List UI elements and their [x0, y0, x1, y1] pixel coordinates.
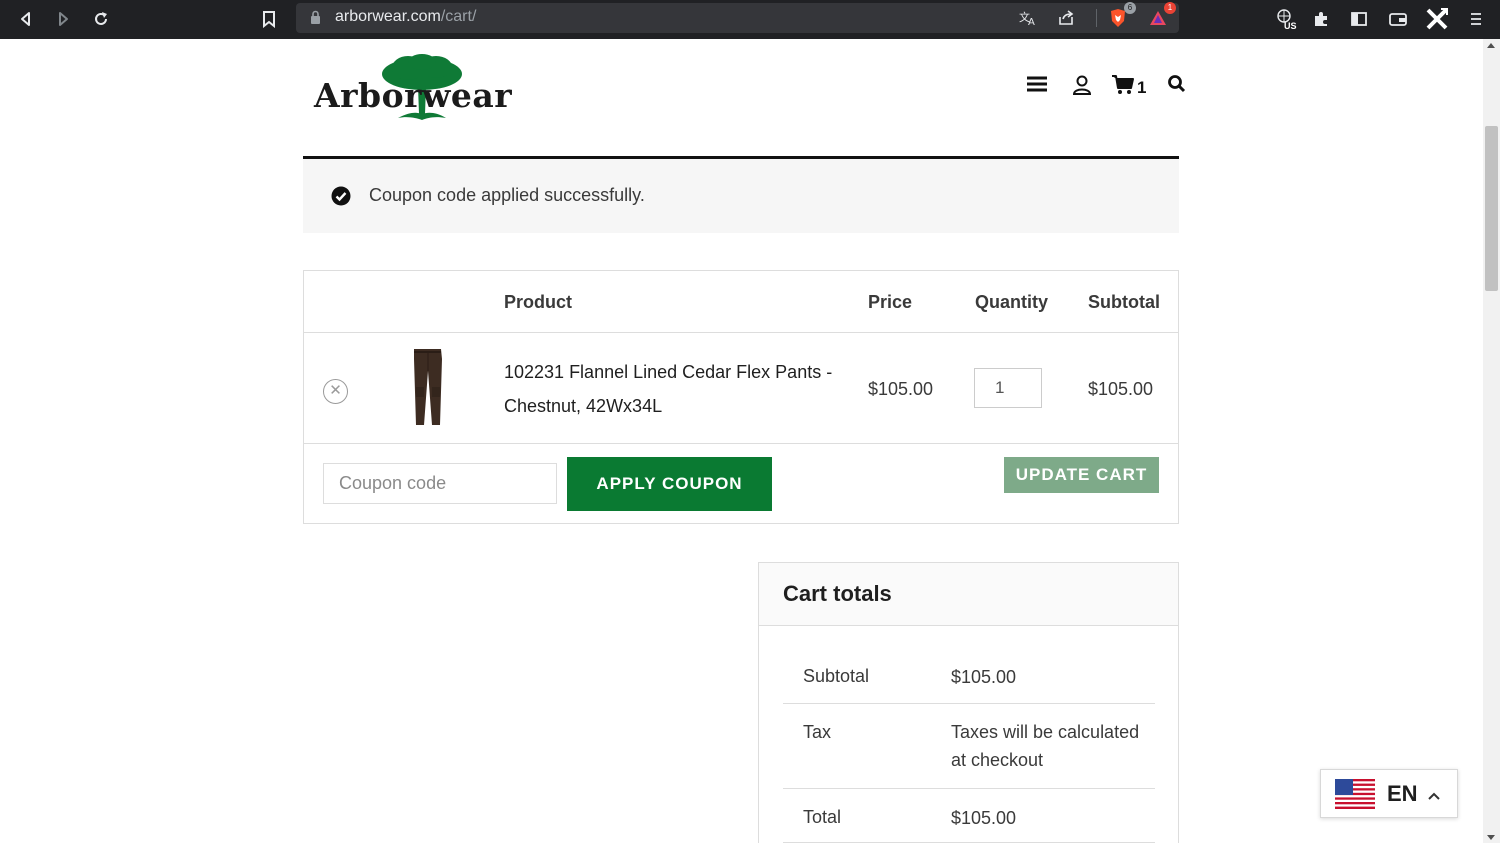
totals-row-subtotal: Subtotal $105.00	[783, 650, 1155, 704]
header-price: Price	[868, 292, 913, 312]
back-icon[interactable]	[14, 7, 38, 31]
apply-coupon-button[interactable]: APPLY COUPON	[567, 457, 772, 511]
quantity-input[interactable]: 1	[974, 368, 1042, 408]
profile-extension-icon[interactable]	[1425, 7, 1449, 31]
remove-item-icon[interactable]: ✕	[323, 379, 348, 404]
wallet-icon[interactable]	[1386, 7, 1410, 31]
cart-icon[interactable]	[1111, 74, 1135, 100]
brave-shield-icon[interactable]: 6	[1106, 2, 1136, 30]
scroll-thumb[interactable]	[1485, 126, 1498, 291]
scroll-down-arrow-icon[interactable]	[1487, 835, 1495, 840]
cart-item-row: ✕ 102231 Flannel Lined Cedar Flex Pants …	[304, 333, 1178, 444]
cart-table: Product Price Quantity Subtotal ✕ 102231…	[303, 270, 1179, 524]
share-icon[interactable]	[1054, 6, 1078, 30]
browser-toolbar: arborwear.com/cart/ 文A 6 1 US	[0, 0, 1500, 39]
scroll-up-arrow-icon[interactable]	[1487, 43, 1495, 48]
cart-totals-header: Cart totals	[759, 563, 1178, 626]
success-notice: Coupon code applied successfully.	[303, 159, 1179, 233]
page-scrollbar[interactable]	[1483, 39, 1500, 843]
check-circle-icon	[331, 186, 351, 206]
address-bar[interactable]: arborwear.com/cart/ 文A 6 1	[296, 2, 1179, 33]
totals-tax-value: Taxes will be calculated at checkout	[951, 722, 1140, 770]
bookmark-icon[interactable]	[257, 7, 281, 31]
address-separator	[1096, 9, 1097, 27]
notice-message: Coupon code applied successfully.	[369, 185, 645, 205]
hamburger-menu-icon[interactable]	[1026, 74, 1048, 100]
cart-totals-panel: Cart totals Subtotal $105.00 Tax Taxes w…	[758, 562, 1179, 843]
totals-row-tax: Tax Taxes will be calculated at checkout	[783, 704, 1155, 789]
alert-badge: 1	[1164, 2, 1176, 14]
site-logo[interactable]: Arborwear	[312, 54, 522, 126]
totals-subtotal-value: $105.00	[951, 667, 1017, 687]
update-cart-button[interactable]: UPDATE CART	[1004, 457, 1159, 493]
language-code: EN	[1387, 781, 1418, 806]
totals-subtotal-label: Subtotal	[803, 666, 870, 686]
url-text: arborwear.com/cart/	[335, 8, 477, 25]
search-icon[interactable]	[1167, 74, 1187, 100]
cart-table-header: Product Price Quantity Subtotal	[304, 271, 1178, 333]
vpn-region-label: US	[1284, 21, 1297, 31]
cart-count[interactable]: 1	[1137, 78, 1146, 98]
forward-icon[interactable]	[51, 7, 75, 31]
translate-icon[interactable]: 文A	[1016, 6, 1040, 30]
extensions-icon[interactable]	[1309, 7, 1333, 31]
totals-total-value: $105.00	[951, 808, 1017, 828]
totals-row-total: Total $105.00	[783, 789, 1155, 843]
sidebar-icon[interactable]	[1347, 7, 1371, 31]
reload-icon[interactable]	[89, 7, 113, 31]
logo-wordmark: Arborwear	[314, 76, 513, 115]
header-product: Product	[504, 292, 573, 312]
us-flag-icon	[1335, 779, 1375, 809]
product-name-link[interactable]: 102231 Flannel Lined Cedar Flex Pants - …	[504, 355, 844, 423]
totals-tax-label: Tax	[803, 722, 832, 742]
vpn-icon[interactable]: US	[1274, 7, 1298, 31]
item-price: $105.00	[868, 379, 934, 399]
account-icon[interactable]	[1072, 74, 1092, 100]
totals-total-label: Total	[803, 807, 842, 827]
product-thumbnail[interactable]	[404, 347, 452, 429]
brave-rewards-icon[interactable]: 1	[1146, 2, 1176, 30]
header-quantity: Quantity	[975, 292, 1049, 312]
chevron-up-icon	[1427, 786, 1441, 805]
coupon-code-input[interactable]: Coupon code	[323, 463, 557, 504]
lock-icon	[310, 10, 321, 29]
header-subtotal: Subtotal	[1088, 292, 1160, 312]
svg-text:A: A	[1028, 17, 1035, 27]
item-subtotal: $105.00	[1088, 379, 1154, 399]
brave-badge: 6	[1124, 2, 1136, 14]
cart-actions: Coupon code APPLY COUPON UPDATE CART	[304, 444, 1178, 523]
language-switcher[interactable]: EN	[1320, 769, 1458, 818]
menu-icon[interactable]	[1464, 7, 1488, 31]
cart-totals-title: Cart totals	[783, 581, 892, 606]
